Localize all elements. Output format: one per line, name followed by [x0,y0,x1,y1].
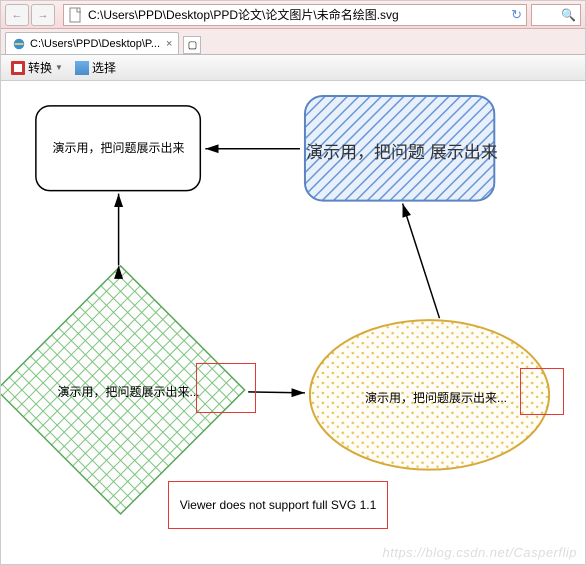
back-button[interactable]: ← [5,4,29,26]
ellipse-label: 演示用，把问题展示出来... [346,389,526,406]
hatched-label: 演示用，把问题 展示出来 [306,138,536,163]
ie-icon [12,37,26,51]
tab-close-button[interactable]: × [166,38,172,50]
search-icon: 🔍 [561,8,576,22]
select-button[interactable]: 选择 [71,58,120,77]
browser-titlebar: ← → C:\Users\PPD\Desktop\PPD论文\论文图片\未命名绘… [1,1,585,29]
pdf-toolbar: 转换 ▼ 选择 [1,55,585,81]
tab-title: C:\Users\PPD\Desktop\P... [30,38,160,50]
arrow-ellipse-to-hatched [403,204,440,319]
forward-button[interactable]: → [31,4,55,26]
select-label: 选择 [92,59,116,76]
warning-box: Viewer does not support full SVG 1.1 [168,481,388,529]
pdf-icon [11,61,25,75]
highlight-box-diamond [196,363,256,413]
svg-viewer: 演示用，把问题展示出来 演示用，把问题 展示出来 演示用，把问题展示出来... … [1,81,585,564]
convert-label: 转换 [28,59,52,76]
arrow-diamond-to-ellipse [248,392,305,393]
convert-button[interactable]: 转换 ▼ [7,58,67,77]
select-icon [75,61,89,75]
refresh-icon[interactable]: ↻ [511,7,522,23]
highlight-box-ellipse [520,368,564,415]
address-text: C:\Users\PPD\Desktop\PPD论文\论文图片\未命名绘图.sv… [88,6,511,23]
tab-active[interactable]: C:\Users\PPD\Desktop\P... × [5,32,179,54]
new-tab-button[interactable]: ▢ [183,36,201,54]
rect-label: 演示用，把问题展示出来 [36,139,201,156]
tab-strip: C:\Users\PPD\Desktop\P... × ▢ [1,29,585,55]
diamond-label: 演示用，把问题展示出来... [41,383,216,400]
warning-text: Viewer does not support full SVG 1.1 [180,498,377,512]
dropdown-icon: ▼ [55,63,63,72]
search-box[interactable]: 🔍 [531,4,581,26]
address-bar[interactable]: C:\Users\PPD\Desktop\PPD论文\论文图片\未命名绘图.sv… [63,4,527,26]
page-icon [68,7,84,23]
